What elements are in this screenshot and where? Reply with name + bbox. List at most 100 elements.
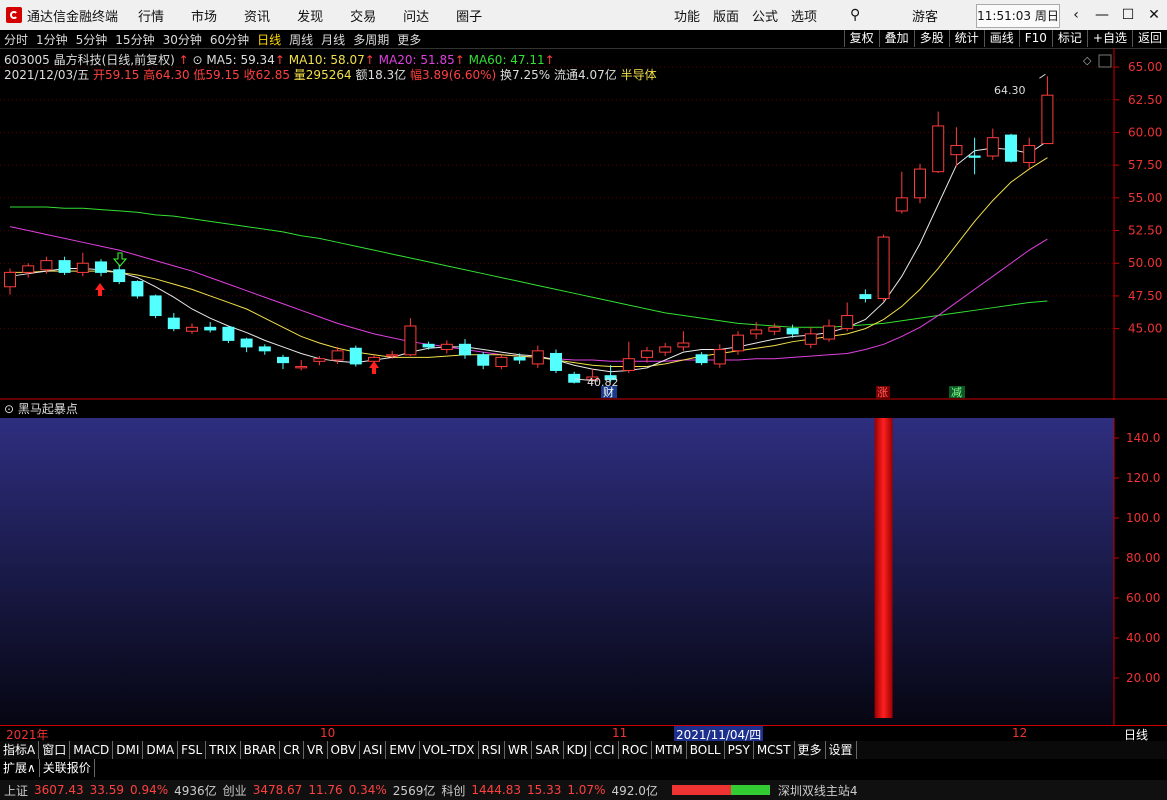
- indicator-tab[interactable]: KDJ: [564, 741, 592, 759]
- period-tab[interactable]: 多周期: [353, 31, 389, 48]
- period-tab-active[interactable]: 日线: [257, 31, 281, 48]
- indicator-tab[interactable]: VOL-TDX: [420, 741, 479, 759]
- candle[interactable]: [695, 352, 708, 366]
- menu-faxian[interactable]: 发现: [297, 6, 323, 25]
- candle[interactable]: [58, 256, 71, 275]
- indicator-tab[interactable]: MACD: [70, 741, 114, 759]
- candle[interactable]: [22, 263, 35, 278]
- period-tab[interactable]: 月线: [321, 31, 345, 48]
- indicator-tab[interactable]: 指标A: [0, 741, 40, 759]
- candle[interactable]: [568, 371, 581, 384]
- candle[interactable]: [204, 322, 217, 333]
- candle[interactable]: [76, 252, 89, 277]
- candle[interactable]: [4, 268, 16, 295]
- tool-diejia[interactable]: 叠加: [878, 30, 914, 47]
- indicator-tab[interactable]: 设置: [826, 741, 857, 759]
- candle[interactable]: [349, 345, 362, 367]
- candle[interactable]: [459, 339, 471, 359]
- candle[interactable]: [622, 341, 635, 374]
- menu-gongshi[interactable]: 公式: [752, 6, 778, 25]
- scroll-handle[interactable]: [1098, 54, 1112, 68]
- candle[interactable]: [440, 340, 453, 354]
- tool-tongji[interactable]: 统计: [948, 30, 984, 47]
- tool-f10[interactable]: F10: [1018, 30, 1052, 47]
- minimize-icon[interactable]: —: [1089, 0, 1115, 30]
- candle[interactable]: [113, 264, 126, 285]
- candle[interactable]: [295, 360, 308, 371]
- indicator-menu-icon[interactable]: ⊙: [4, 402, 14, 416]
- candle[interactable]: [240, 337, 253, 353]
- candle[interactable]: [258, 344, 271, 355]
- indicator-tab[interactable]: TRIX: [206, 741, 241, 759]
- expand-button[interactable]: 扩展∧: [0, 759, 40, 777]
- menu-banmian[interactable]: 版面: [713, 6, 739, 25]
- candle[interactable]: [404, 318, 417, 357]
- candle[interactable]: [895, 171, 908, 214]
- maximize-icon[interactable]: ☐: [1115, 0, 1141, 30]
- period-tab[interactable]: 5分钟: [76, 31, 108, 48]
- indicator-tab[interactable]: 窗口: [39, 741, 71, 759]
- tool-fanhui[interactable]: 返回: [1131, 30, 1167, 47]
- indicator-tab[interactable]: MTM: [652, 741, 687, 759]
- candle[interactable]: [641, 346, 653, 363]
- candle[interactable]: [841, 302, 854, 332]
- tool-zixuan[interactable]: +自选: [1086, 30, 1132, 47]
- candle[interactable]: [950, 127, 963, 167]
- menu-wenda[interactable]: 问达: [403, 6, 429, 25]
- tool-fuquan[interactable]: 复权: [843, 30, 879, 47]
- candle[interactable]: [986, 128, 999, 160]
- guest-label[interactable]: 游客: [912, 6, 938, 25]
- zhang-marker[interactable]: 涨: [877, 386, 888, 399]
- candle[interactable]: [968, 137, 981, 175]
- indicator-signal-bar[interactable]: [874, 418, 893, 718]
- close-icon[interactable]: ✕: [1141, 0, 1167, 30]
- candle[interactable]: [550, 349, 562, 374]
- period-tab[interactable]: 30分钟: [163, 31, 202, 48]
- indicator-tab[interactable]: CR: [280, 741, 304, 759]
- candle[interactable]: [804, 327, 817, 349]
- period-tab[interactable]: 分时: [4, 31, 28, 48]
- indicator-tab[interactable]: DMA: [143, 741, 179, 759]
- candle[interactable]: [659, 343, 672, 357]
- candle[interactable]: [167, 312, 180, 332]
- candle[interactable]: [277, 354, 289, 370]
- indicator-tab[interactable]: DMI: [113, 741, 144, 759]
- indicator-tab[interactable]: SAR: [532, 741, 564, 759]
- candle[interactable]: [149, 294, 162, 319]
- indicator-tab[interactable]: FSL: [178, 741, 207, 759]
- cai-marker[interactable]: 财: [603, 385, 614, 399]
- candle[interactable]: [859, 289, 872, 303]
- indicator-tab[interactable]: EMV: [386, 741, 420, 759]
- indicator-tab[interactable]: VR: [304, 741, 328, 759]
- menu-hangqing[interactable]: 行情: [138, 6, 164, 25]
- menu-xuanxiang[interactable]: 选项: [791, 6, 817, 25]
- indicator-tab[interactable]: WR: [505, 741, 533, 759]
- period-tab[interactable]: 1分钟: [36, 31, 68, 48]
- candle[interactable]: [186, 323, 198, 334]
- indicator-tab[interactable]: CCI: [591, 741, 619, 759]
- period-tab[interactable]: 周线: [289, 31, 313, 48]
- diamond-icon[interactable]: ◇: [1083, 54, 1092, 67]
- jian-marker[interactable]: 减: [951, 386, 962, 399]
- period-tab-more[interactable]: 更多: [397, 31, 421, 48]
- candle[interactable]: [768, 323, 781, 336]
- indicator-tab[interactable]: ASI: [360, 741, 387, 759]
- candle[interactable]: [932, 111, 945, 173]
- tool-huaxian[interactable]: 画线: [983, 30, 1019, 47]
- indicator-tab[interactable]: 更多: [795, 741, 826, 759]
- candle[interactable]: [531, 345, 544, 368]
- menu-zixun[interactable]: 资讯: [244, 6, 270, 25]
- candle[interactable]: [713, 344, 726, 368]
- kline-chart[interactable]: 65.00 62.50 60.00 57.50 55.00 52.50 50.00 47.50…: [0, 48, 1167, 400]
- period-tab[interactable]: 15分钟: [115, 31, 154, 48]
- indicator-tab[interactable]: ROC: [619, 741, 652, 759]
- candle[interactable]: [495, 354, 508, 370]
- menu-quanzi[interactable]: 圈子: [456, 6, 482, 25]
- indicator-tab[interactable]: MCST: [754, 741, 795, 759]
- indicator-tab[interactable]: PSY: [725, 741, 754, 759]
- linked-quote-button[interactable]: 关联报价: [40, 759, 95, 777]
- indicator-tab[interactable]: BOLL: [687, 741, 725, 759]
- menu-gongneng[interactable]: 功能: [674, 6, 700, 25]
- candle[interactable]: [914, 163, 926, 204]
- back-icon[interactable]: ‹: [1063, 0, 1089, 30]
